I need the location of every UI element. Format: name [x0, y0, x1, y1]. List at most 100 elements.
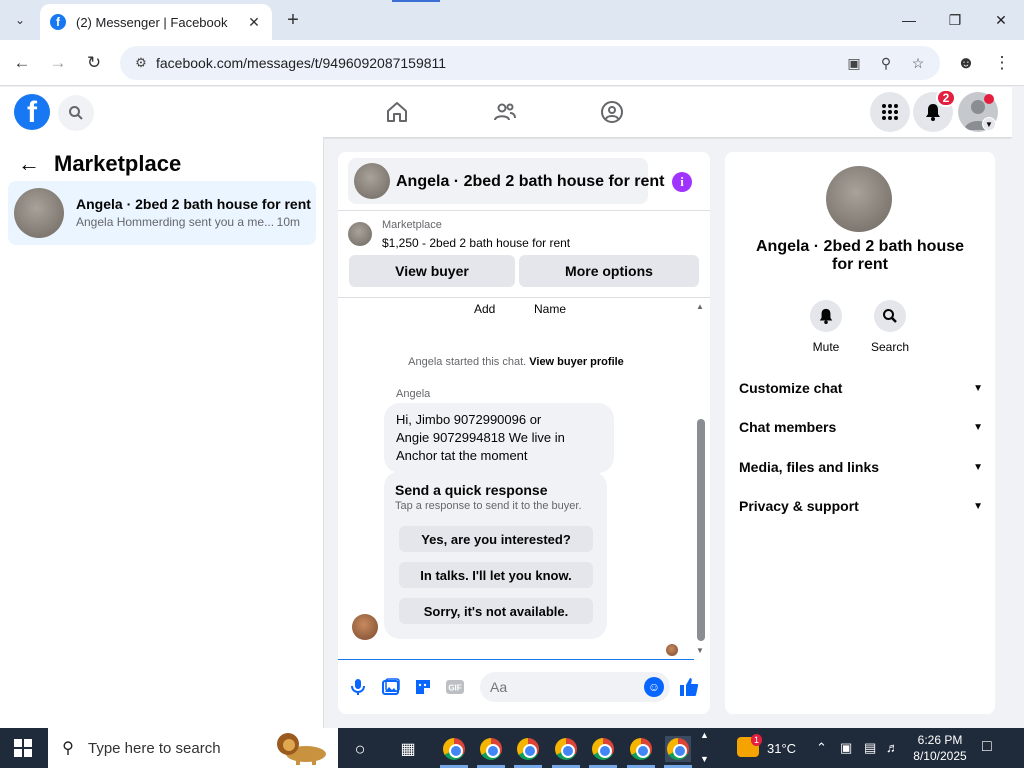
chevron-down-icon: ▼ [973, 382, 983, 394]
browser-menu-icon[interactable]: ⋮ [990, 51, 1014, 75]
install-app-icon[interactable]: ▣ [844, 53, 864, 73]
view-buyer-button[interactable]: View buyer [349, 255, 515, 287]
profile-icon[interactable]: ☻ [954, 51, 978, 75]
section-label: Customize chat [739, 380, 843, 396]
panel-header: ← Marketplace [18, 151, 181, 177]
photo-icon[interactable] [381, 677, 401, 697]
media-files-links-section[interactable]: Media, files and links ▼ [739, 455, 983, 479]
more-options-button[interactable]: More options [519, 255, 699, 287]
message-line: Hi, Jimbo 9072990096 or [396, 412, 542, 427]
chrome-icon[interactable] [590, 736, 616, 762]
search-label: Search [870, 340, 910, 354]
quick-response-card: Send a quick response Tap a response to … [384, 471, 607, 639]
message-line: Angie 9072994818 We live in [396, 430, 565, 445]
mute-action[interactable]: Mute [796, 300, 856, 354]
menu-grid-icon[interactable] [870, 92, 910, 132]
chat-header[interactable]: Angela · 2bed 2 bath house for rent [348, 158, 664, 204]
listing-price[interactable]: $1,250 - 2bed 2 bath house for rent [382, 236, 570, 250]
windows-start-icon[interactable] [14, 739, 32, 757]
tab-search-dropdown-icon[interactable]: ⌄ [8, 8, 32, 32]
account-chevron-down-icon[interactable]: ▼ [982, 117, 996, 131]
scrollbar-thumb[interactable] [697, 419, 705, 641]
search-icon[interactable] [874, 300, 906, 332]
restore-button[interactable]: ❐ [932, 0, 978, 40]
cortana-icon[interactable]: ○ [347, 736, 373, 762]
bookmark-star-icon[interactable]: ☆ [908, 53, 928, 73]
facebook-logo[interactable]: f [14, 94, 50, 130]
address-bar[interactable]: ⚙ facebook.com/messages/t/94960920871598… [120, 46, 940, 80]
quick-response-button[interactable]: In talks. I'll let you know. [399, 562, 593, 588]
info-icon[interactable]: i [672, 172, 692, 192]
page-scrollbar[interactable] [1012, 87, 1024, 728]
customize-chat-section[interactable]: Customize chat ▼ [739, 376, 983, 400]
url-text[interactable]: facebook.com/messages/t/9496092087159811 [156, 55, 844, 71]
search-action[interactable]: Search [860, 300, 920, 354]
browser-tabstrip: ⌄ f (2) Messenger | Facebook ✕ + — ❐ ✕ [0, 0, 1024, 40]
forward-icon[interactable]: → [46, 51, 70, 75]
mute-bell-icon[interactable] [810, 300, 842, 332]
chrome-icon-active[interactable] [665, 736, 691, 762]
scroll-up-arrow-icon[interactable]: ▲ [696, 302, 704, 311]
quick-response-title: Send a quick response [395, 482, 548, 498]
close-window-button[interactable]: ✕ [978, 0, 1024, 40]
friends-icon[interactable] [492, 99, 518, 125]
gif-icon[interactable]: GIF [445, 677, 465, 697]
chat-title: Angela · 2bed 2 bath house for rent [396, 173, 665, 190]
site-info-icon[interactable]: ⚙ [126, 55, 156, 71]
tab-close-icon[interactable]: ✕ [246, 14, 262, 31]
volume-icon[interactable]: ♬ [886, 740, 899, 755]
message-input[interactable] [480, 672, 670, 702]
taskbar-scroll-down-icon[interactable]: ▼ [700, 754, 709, 764]
notification-center-icon[interactable]: □ [982, 738, 992, 756]
chat-members-section[interactable]: Chat members ▼ [739, 415, 983, 439]
temperature-text[interactable]: 31°C [767, 741, 796, 756]
chat-started-text: Angela started this chat. [408, 356, 527, 368]
emoji-icon[interactable]: ☺ [644, 677, 664, 697]
microphone-icon[interactable] [348, 677, 368, 697]
chrome-icon[interactable] [628, 736, 654, 762]
weather-badge: 1 [751, 734, 763, 746]
conversation-avatar [14, 188, 64, 238]
chrome-icon[interactable] [553, 736, 579, 762]
view-buyer-profile-link[interactable]: View buyer profile [529, 356, 624, 368]
chat-window: Angela · 2bed 2 bath house for rent i Ma… [338, 152, 710, 714]
lion-search-highlight-icon[interactable] [268, 730, 332, 766]
meet-now-icon[interactable]: ▣ [840, 740, 852, 756]
divider [338, 210, 710, 211]
back-icon[interactable]: ← [10, 51, 34, 75]
conversation-name: Angela · 2bed 2 bath house for rent [76, 196, 311, 212]
quick-response-button[interactable]: Yes, are you interested? [399, 526, 593, 552]
sender-avatar[interactable] [352, 614, 378, 640]
back-arrow-icon[interactable]: ← [18, 151, 40, 177]
zoom-icon[interactable]: ⚲ [876, 53, 896, 73]
privacy-support-section[interactable]: Privacy & support ▼ [739, 494, 983, 518]
conversation-item[interactable]: Angela · 2bed 2 bath house for rent Ange… [8, 181, 316, 245]
details-avatar[interactable] [826, 166, 892, 232]
thumbs-up-icon[interactable] [679, 677, 699, 697]
search-icon[interactable] [58, 95, 94, 131]
chrome-icon[interactable] [441, 736, 467, 762]
taskbar-clock[interactable]: 6:26 PM 8/10/2025 [908, 732, 972, 764]
chrome-icon[interactable] [515, 736, 541, 762]
svg-text:GIF: GIF [448, 684, 461, 693]
browser-tab-messenger[interactable]: f (2) Messenger | Facebook ✕ [40, 4, 272, 40]
reload-icon[interactable]: ↻ [82, 51, 106, 75]
task-view-icon[interactable]: ▦ [395, 736, 421, 762]
scroll-down-arrow-icon[interactable]: ▼ [696, 646, 704, 655]
home-icon[interactable] [384, 99, 410, 125]
notification-count-badge: 2 [936, 89, 956, 107]
seen-indicator-avatar [666, 644, 678, 656]
section-label: Privacy & support [739, 498, 859, 514]
taskbar-scroll-up-icon[interactable]: ▲ [700, 730, 709, 740]
groups-icon[interactable] [599, 99, 625, 125]
listing-thumbnail [348, 222, 372, 246]
quick-response-button[interactable]: Sorry, it's not available. [399, 598, 593, 624]
chrome-icon[interactable] [478, 736, 504, 762]
minimize-button[interactable]: — [886, 0, 932, 40]
new-tab-button[interactable]: + [282, 8, 304, 32]
network-icon[interactable]: ▤ [864, 740, 876, 756]
message-bubble: Hi, Jimbo 9072990096 or Angie 9072994818… [384, 403, 614, 473]
show-hidden-icons-icon[interactable]: ⌃ [816, 740, 827, 756]
sticker-icon[interactable] [413, 677, 433, 697]
chat-scrollbar[interactable]: ▲ ▼ [696, 302, 706, 655]
